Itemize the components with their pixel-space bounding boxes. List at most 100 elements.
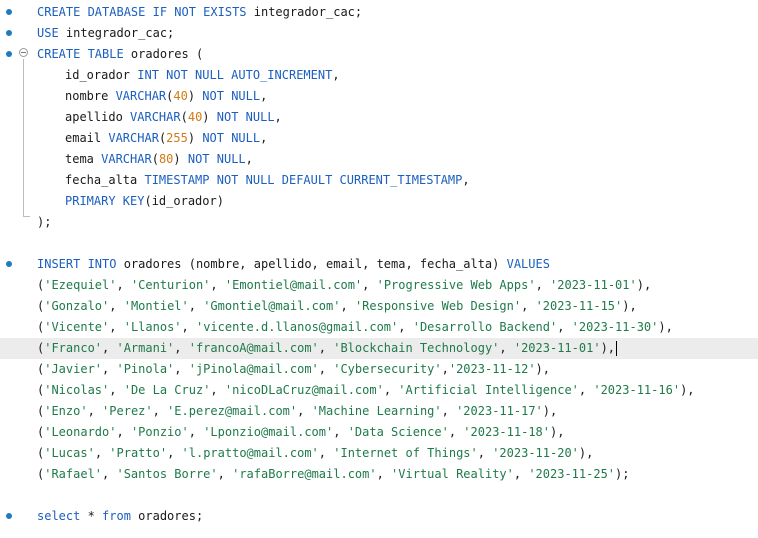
token: , [174, 341, 189, 355]
token: , [94, 446, 110, 460]
code-line-16[interactable]: ('Vicente', 'Llanos', 'vicente.d.llanos@… [0, 317, 758, 338]
code-line-23[interactable]: ('Rafael', 'Santos Borre', 'rafaBorre@ma… [0, 464, 758, 485]
token: ); [37, 215, 52, 229]
token: , [340, 299, 355, 313]
token: ) [187, 89, 203, 103]
token: ( [151, 152, 159, 166]
sql-editor[interactable]: CREATE DATABASE IF NOT EXISTS integrador… [0, 0, 758, 538]
token: , [535, 278, 551, 292]
token: 'Perez' [102, 404, 153, 418]
code-line-12[interactable] [0, 233, 758, 254]
token: INSERT INTO [37, 257, 124, 271]
token: * [87, 509, 103, 523]
code-text: ('Lucas', 'Pratto', 'l.pratto@mail.com',… [37, 445, 593, 462]
token: NOT NULL [216, 110, 275, 124]
code-line-8[interactable]: tema VARCHAR(80) NOT NULL, [0, 149, 758, 170]
token: ), [550, 425, 565, 439]
code-line-1[interactable]: CREATE DATABASE IF NOT EXISTS integrador… [0, 2, 758, 23]
token: ), [622, 299, 637, 313]
code-line-17[interactable]: ('Franco', 'Armani', 'francoA@mail.com',… [0, 338, 758, 359]
token: ), [600, 341, 616, 355]
token: ), [535, 362, 550, 376]
token: , [441, 404, 457, 418]
token: CREATE TABLE [37, 47, 131, 61]
code-line-20[interactable]: ('Enzo', 'Perez', 'E.perez@mail.com', 'M… [0, 401, 758, 422]
token: , [167, 446, 182, 460]
token: , [578, 383, 594, 397]
token: ), [680, 383, 695, 397]
code-line-13[interactable]: INSERT INTO oradores (nombre, apellido, … [0, 254, 758, 275]
code-line-9[interactable]: fecha_alta TIMESTAMP NOT NULL DEFAULT CU… [0, 170, 758, 191]
token: ), [658, 320, 673, 334]
token: '2023-11-12' [448, 362, 536, 376]
token: , [376, 467, 392, 481]
code-line-6[interactable]: apellido VARCHAR(40) NOT NULL, [0, 107, 758, 128]
code-text: tema VARCHAR(80) NOT NULL, [65, 151, 253, 168]
code-line-19[interactable]: ('Nicolas', 'De La Cruz', 'nicoDLaCruz@m… [0, 380, 758, 401]
token: '2023-11-17' [456, 404, 543, 418]
code-line-10[interactable]: PRIMARY KEY(id_orador) [0, 191, 758, 212]
token: , [260, 89, 268, 103]
token: 'francoA@mail.com' [188, 341, 319, 355]
token: oradores ( [130, 47, 204, 61]
token: 'Data Science' [347, 425, 449, 439]
token: ), [542, 404, 558, 418]
code-line-14[interactable]: ('Ezequiel', 'Centurion', 'Emontiel@mail… [0, 275, 758, 296]
code-text: ); [37, 214, 51, 231]
code-line-2[interactable]: USE integrador_cac; [0, 23, 758, 44]
token: USE [37, 26, 66, 40]
code-text: fecha_alta TIMESTAMP NOT NULL DEFAULT CU… [65, 172, 470, 189]
token: tema [65, 152, 102, 166]
token: 'nicoDLaCruz@mail.com' [224, 383, 384, 397]
token: 'Gonzalo' [44, 299, 110, 313]
token: '2023-11-18' [463, 425, 550, 439]
token: ( [180, 110, 188, 124]
code-text: CREATE TABLE oradores ( [37, 46, 203, 63]
code-line-11[interactable]: ); [0, 212, 758, 233]
code-line-22[interactable]: ('Lucas', 'Pratto', 'l.pratto@mail.com',… [0, 443, 758, 464]
token: '2023-11-20' [492, 446, 579, 460]
token: , [188, 425, 204, 439]
token: 80 [158, 152, 174, 166]
code-line-15[interactable]: ('Gonzalo', 'Montiel', 'Gmontiel@mail.co… [0, 296, 758, 317]
token: , [398, 320, 413, 334]
token: '2023-11-16' [593, 383, 681, 397]
token: 'Pinola' [116, 362, 175, 376]
code-line-18[interactable]: ('Javier', 'Pinola', 'jPinola@mail.com',… [0, 359, 758, 380]
code-line-7[interactable]: email VARCHAR(255) NOT NULL, [0, 128, 758, 149]
code-text: email VARCHAR(255) NOT NULL, [65, 130, 267, 147]
token: , [116, 278, 131, 292]
code-line-24[interactable] [0, 485, 758, 506]
code-line-3[interactable]: CREATE TABLE oradores ( [0, 44, 758, 65]
token: , [383, 383, 399, 397]
token: NOT NULL [202, 89, 261, 103]
token: , [109, 320, 124, 334]
code-line-25[interactable]: select * from oradores; [0, 506, 758, 527]
token: , [521, 299, 536, 313]
token: 'Nicolas' [44, 383, 110, 397]
code-line-5[interactable]: nombre VARCHAR(40) NOT NULL, [0, 86, 758, 107]
fold-collapse-icon[interactable] [19, 48, 28, 57]
token: , [260, 131, 268, 145]
token: , [318, 341, 334, 355]
code-line-21[interactable]: ('Leonardo', 'Ponzio', 'Lponzio@mail.com… [0, 422, 758, 443]
token: , [116, 425, 131, 439]
code-text: id_orador INT NOT NULL AUTO_INCREMENT, [65, 67, 340, 84]
token: , [477, 446, 493, 460]
token: NOT NULL [187, 152, 246, 166]
token: , [448, 425, 464, 439]
code-text: ('Ezequiel', 'Centurion', 'Emontiel@mail… [37, 277, 651, 294]
token: ), [636, 278, 652, 292]
token: , [181, 320, 196, 334]
token: , [210, 278, 225, 292]
code-line-4[interactable]: id_orador INT NOT NULL AUTO_INCREMENT, [0, 65, 758, 86]
token: NOT NULL [202, 131, 261, 145]
token: 'Armani' [116, 341, 175, 355]
token: , [297, 404, 312, 418]
token: , [333, 425, 348, 439]
token: CREATE DATABASE IF NOT EXISTS [37, 5, 254, 19]
token: , [152, 404, 168, 418]
code-text: ('Vicente', 'Llanos', 'vicente.d.llanos@… [37, 319, 673, 336]
token: VARCHAR [130, 110, 181, 124]
token: '2023-11-01' [513, 341, 601, 355]
